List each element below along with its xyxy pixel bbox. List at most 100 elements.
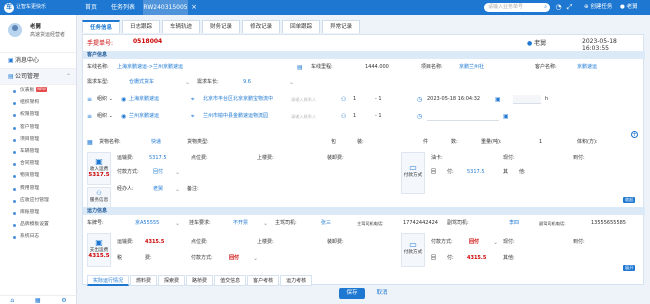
pickup-qty[interactable]: 1 — [353, 93, 356, 106]
location-icon: ◉ — [121, 113, 127, 120]
sidebar-sub-template[interactable]: 品牌模板设置 — [0, 219, 76, 231]
pack-label: 包 — [331, 139, 337, 145]
fullscreen-icon[interactable]: ⤢ — [565, 3, 574, 12]
tab-log[interactable]: 日志跟踪 — [122, 20, 161, 33]
tab-receipt[interactable]: 回单跟踪 — [282, 20, 321, 33]
chevron-down-icon[interactable]: ⌄ — [493, 236, 498, 249]
sidebar-item-messages[interactable]: ▣消息中心 — [0, 53, 76, 69]
user-menu[interactable]: ● 老舅 — [620, 0, 638, 15]
pickup-company[interactable]: 上海京鹏速运 — [129, 93, 159, 106]
length-value[interactable]: 9.6 — [243, 76, 251, 89]
cancel-button[interactable]: 取消 — [371, 288, 393, 299]
sidebar-sub-org[interactable]: 组织架构 — [0, 97, 76, 109]
copilot-phone[interactable]: 13555655585 — [591, 217, 626, 230]
home-icon[interactable]: ⌂ — [10, 297, 14, 304]
project-value[interactable]: 京鹏兰州社 — [459, 61, 484, 74]
vehicle-type-value[interactable]: 仓栅式货车 — [129, 76, 154, 89]
detail-tabs: 任务信息 日志跟踪 车辆轨迹 财务记录 修改记录 回单跟踪 异常记录 — [82, 20, 362, 34]
tab-finance[interactable]: 财务记录 — [202, 20, 241, 33]
tab-modify[interactable]: 修改记录 — [242, 20, 281, 33]
btab-customer-review[interactable]: 客户考核 — [247, 275, 280, 286]
chevron-down-icon[interactable]: ⌄ — [263, 217, 268, 230]
delivery-address[interactable]: 兰州市榆中县金鹏速运物流园 — [203, 110, 268, 123]
exp-pay-method-value[interactable]: 回付 — [469, 236, 479, 249]
sidebar-sub-receivable[interactable]: 应收应付管理 — [0, 195, 76, 207]
driver-phone[interactable]: 17742442424 — [403, 217, 438, 230]
search-icon[interactable]: ⌕ — [544, 3, 547, 12]
nav-home[interactable]: 首页 — [80, 0, 102, 15]
pickup-address[interactable]: 北京市丰台区北京京鹏宝物流中 — [203, 93, 273, 106]
drag-icon[interactable]: ≡ — [87, 93, 92, 106]
sidebar-sub-material[interactable]: 物资管理 — [0, 170, 76, 182]
collapse-button[interactable]: 收起 — [623, 197, 636, 203]
route-label: 车线名称: — [87, 64, 109, 70]
return-value[interactable]: 5317.5 — [467, 166, 485, 179]
tab-task-info[interactable]: 任务信息 — [82, 20, 121, 33]
hours-input[interactable] — [513, 95, 541, 104]
goods-name[interactable]: 快递 — [151, 136, 161, 149]
location-pin-icon: ⌖ — [191, 96, 195, 103]
search-input[interactable]: 请输入业务单号 ⌕ — [484, 3, 550, 12]
delivery-company[interactable]: 兰州京鹏速运 — [129, 110, 159, 123]
weight-value[interactable]: 1 — [539, 136, 542, 149]
btab-actual[interactable]: 实际运行情况 — [87, 275, 130, 286]
nav-task-current[interactable]: RW240315005 — [143, 0, 188, 15]
clock-icon: ◷ — [417, 96, 423, 103]
sidebar-item-company[interactable]: ▤公司管理 ⌃ — [0, 69, 76, 85]
sidebar-sub-permission[interactable]: 权限管理 — [0, 109, 76, 121]
sidebar-sub-contract[interactable]: 合同管理 — [0, 158, 76, 170]
chevron-down-icon[interactable]: ⌄ — [185, 76, 190, 89]
btab-capacity-review[interactable]: 运力考核 — [280, 275, 313, 286]
sidebar-sub-ledger[interactable]: 库账管理 — [0, 207, 76, 219]
other-label: 其 — [503, 169, 509, 175]
tab-track[interactable]: 车辆轨迹 — [162, 20, 201, 33]
delivery-time-input[interactable] — [427, 112, 499, 121]
pickup-time[interactable]: 2023-05-18 16:04:32 — [427, 93, 480, 106]
trailer-value[interactable]: 不开票 — [233, 217, 248, 230]
calendar-icon[interactable]: ▣ — [495, 93, 501, 106]
btab-explore[interactable]: 探索费 — [158, 275, 186, 286]
hours-unit: h — [545, 96, 549, 102]
keeper-value[interactable]: 老舅 — [153, 183, 163, 196]
drag-icon[interactable]: ≡ — [87, 110, 92, 123]
chevron-down-icon[interactable]: ⌄ — [289, 76, 294, 89]
sidebar-sub-vehicle[interactable]: 车辆管理 — [0, 146, 76, 158]
create-task-label: 创建任务 — [590, 4, 613, 10]
other-label2: 他: — [519, 169, 526, 175]
btab-fuel[interactable]: 燃料费 — [130, 275, 158, 286]
nav-task-list[interactable]: 任务列表 — [106, 0, 140, 15]
driver-value[interactable]: 张三 — [321, 217, 331, 230]
mileage-value[interactable]: 1444.000 — [365, 61, 389, 74]
doc-icon[interactable]: ▦ — [35, 297, 41, 304]
sidebar-sub-project[interactable]: 项目管理 — [0, 134, 76, 146]
goods-row: ▦ 货物名称: 快递 货物类型: 包 装: 件 数: 重量(吨): 1 体积(方… — [83, 136, 645, 149]
edit-icon[interactable]: ▤ — [297, 61, 303, 74]
chevron-down-icon[interactable]: ⌄ — [175, 217, 180, 230]
sidebar-sub-customer[interactable]: 客户管理 — [0, 122, 76, 134]
exp-return-label2: 付: — [447, 255, 454, 261]
nav-close-icon[interactable]: × — [190, 0, 198, 15]
route-value[interactable]: 上海京鹏速运->兰州京鹏速运 — [117, 61, 183, 74]
pickup-contact-input[interactable]: 请输入联系人 — [291, 93, 316, 106]
bell-icon[interactable]: ◔ — [554, 3, 563, 12]
delivery-contact-input[interactable]: 请输入联系人 — [291, 110, 316, 123]
settings-icon[interactable]: ⚙ — [61, 297, 66, 304]
customer-value[interactable]: 京鹏速运 — [577, 61, 597, 74]
exp-return-value[interactable]: 4315.5 — [467, 252, 486, 265]
chevron-down-icon[interactable]: ⌄ — [175, 183, 180, 196]
goods-icon: ▦ — [87, 139, 93, 146]
calendar-icon[interactable]: ▣ — [503, 110, 509, 123]
sidebar-sub-fee[interactable]: 费用管理 — [0, 183, 76, 195]
sidebar-sub-dashboard[interactable]: 仪表板 NEW — [0, 85, 76, 97]
save-button[interactable]: 保存 — [339, 288, 365, 299]
tab-exception[interactable]: 异常记录 — [322, 20, 361, 33]
expand-button[interactable]: 展开 — [623, 265, 636, 271]
delivery-qty[interactable]: 1 — [353, 110, 356, 123]
copilot-value[interactable]: 李四 — [509, 217, 519, 230]
org-tag: 组织 — [97, 113, 108, 119]
create-task-button[interactable]: ⊕ 创建任务 — [584, 0, 612, 15]
btab-handover[interactable]: 值交信息 — [214, 275, 247, 286]
btab-toll[interactable]: 路桥费 — [186, 275, 214, 286]
sidebar-sub-log[interactable]: 系统日志 — [0, 231, 76, 243]
plate-value[interactable]: 京A55555 — [135, 217, 159, 230]
